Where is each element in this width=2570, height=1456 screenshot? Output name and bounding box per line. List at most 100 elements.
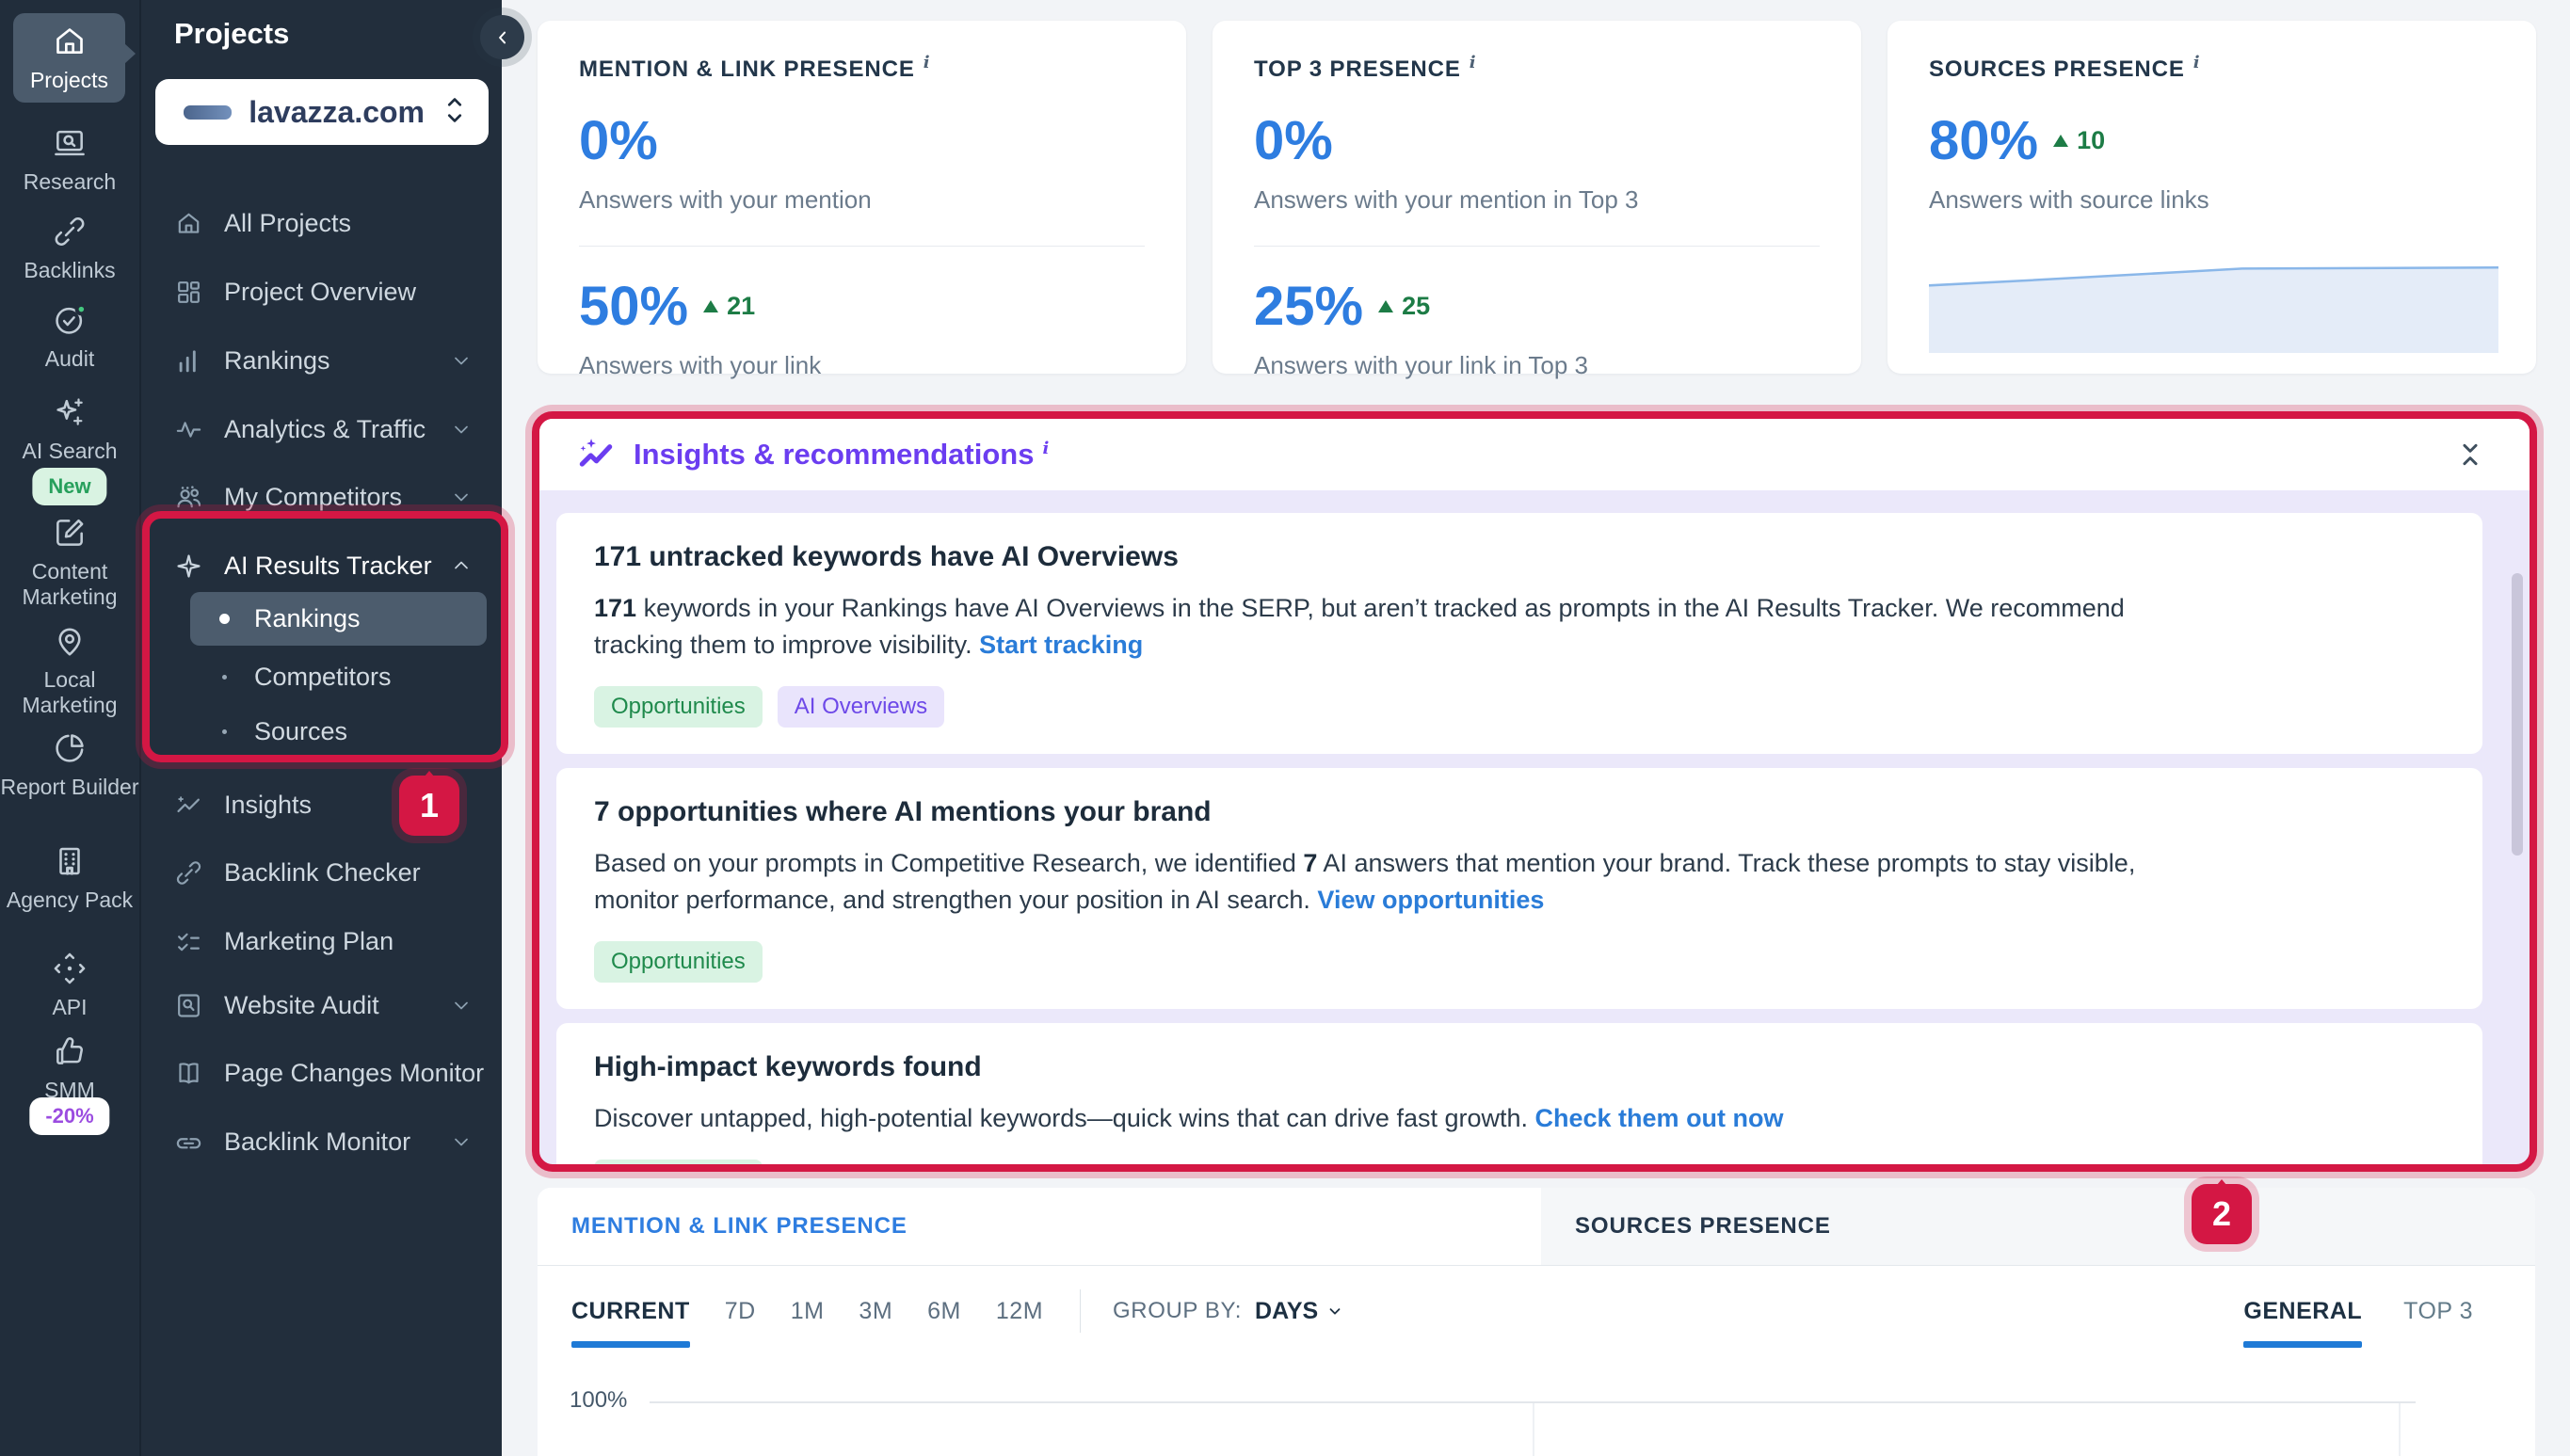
view-top3[interactable]: TOP 3 [2403, 1298, 2473, 1325]
chevron-down-icon [1326, 1303, 1343, 1320]
range-current[interactable]: CURRENT [571, 1298, 690, 1325]
chevron-down-icon [450, 994, 473, 1016]
sidebar-item-label: Page Changes Monitor [224, 1059, 484, 1088]
sidebar-subitem-rankings[interactable]: Rankings [190, 592, 487, 646]
insights-header: Insights & recommendationsi [539, 419, 2530, 490]
map-pin-icon [52, 623, 88, 659]
bullet [222, 675, 227, 680]
range-1m[interactable]: 1M [791, 1298, 825, 1325]
info-icon[interactable]: i [924, 53, 931, 72]
delta-up: 10 [2053, 126, 2105, 155]
insights-collapse-button[interactable] [2456, 439, 2484, 471]
sidebar-item-rankings[interactable]: Rankings [141, 333, 504, 388]
divider [579, 246, 1145, 247]
rail-item-label: Backlinks [24, 258, 115, 283]
annotation-badge-2: 2 [2192, 1184, 2252, 1244]
start-tracking-link[interactable]: Start tracking [979, 631, 1143, 659]
rail-item-agency-pack[interactable]: Agency Pack [0, 843, 139, 913]
rail-item-backlinks[interactable]: Backlinks [0, 214, 139, 283]
rail-item-api[interactable]: API [0, 951, 139, 1020]
range-7d[interactable]: 7D [725, 1298, 756, 1325]
api-icon [52, 951, 88, 986]
sidebar-item-label: Project Overview [224, 278, 416, 307]
rail-item-label: Research [24, 169, 116, 195]
tag-opportunities[interactable]: Opportunities [594, 941, 763, 983]
app-root: Projects Research Backlinks Audit AI Sea… [0, 0, 2570, 1456]
sidebar-item-page-changes-monitor[interactable]: Page Changes Monitor [141, 1046, 504, 1100]
sidebar-item-backlink-monitor[interactable]: Backlink Monitor [141, 1114, 504, 1169]
rail-item-audit[interactable]: Audit [0, 302, 139, 372]
sidebar-collapse-button[interactable] [480, 15, 524, 59]
insight-tags: Opportunities [594, 1160, 2445, 1164]
rail-item-research[interactable]: Research [0, 125, 139, 195]
top3-presence-card: TOP 3 PRESENCEi 0% Answers with your men… [1213, 21, 1861, 374]
metric-label: Answers with your mention [579, 185, 1145, 215]
range-6m[interactable]: 6M [927, 1298, 961, 1325]
tab-sources-presence[interactable]: SOURCES PRESENCE [1541, 1188, 2535, 1265]
discount-badge[interactable]: -20% [29, 1097, 109, 1135]
activity-icon [174, 415, 203, 444]
check-them-out-link[interactable]: Check them out now [1535, 1104, 1784, 1132]
rail-item-local-marketing[interactable]: Local Marketing [0, 623, 139, 718]
rail-item-projects[interactable]: Projects [13, 13, 125, 103]
link-icon [174, 858, 203, 888]
info-icon[interactable]: i [1470, 53, 1477, 72]
range-12m[interactable]: 12M [996, 1298, 1043, 1325]
rail-item-ai-search[interactable]: AI Search [0, 394, 139, 464]
sidebar-item-marketing-plan[interactable]: Marketing Plan [141, 914, 504, 968]
rail-item-label: Projects [30, 68, 108, 93]
building-icon [52, 843, 88, 879]
thumbs-up-icon [52, 1033, 88, 1069]
insight-card-untracked-keywords: 171 untracked keywords have AI Overviews… [556, 513, 2482, 754]
tag-opportunities[interactable]: Opportunities [594, 1160, 763, 1164]
divider [1080, 1289, 1081, 1333]
metric-label: Answers with your link in Top 3 [1254, 351, 1820, 380]
sidebar-item-analytics-traffic[interactable]: Analytics & Traffic [141, 402, 504, 456]
sidebar-item-website-audit[interactable]: Website Audit [141, 978, 504, 1032]
sidebar-subitem-label: Competitors [254, 663, 392, 692]
rail-item-label: Report Builder [0, 775, 138, 800]
sidebar-item-backlink-checker[interactable]: Backlink Checker [141, 845, 504, 900]
rail-item-content-marketing[interactable]: Content Marketing [0, 515, 139, 610]
project-switch-stepper[interactable] [442, 95, 468, 130]
sidebar-item-label: Insights [224, 791, 312, 820]
metric-label: Answers with your mention in Top 3 [1254, 185, 1820, 215]
metric-value: 0% [1254, 109, 1820, 172]
triangle-up-icon [2053, 135, 2068, 147]
sidebar-subitem-competitors[interactable]: Competitors [190, 650, 487, 704]
info-icon[interactable]: i [2193, 53, 2201, 72]
insight-body: 171 keywords in your Rankings have AI Ov… [594, 590, 2157, 664]
home-icon [174, 209, 203, 238]
triangle-up-icon [1378, 300, 1393, 312]
info-icon[interactable]: i [1042, 439, 1049, 458]
sidebar-subitem-sources[interactable]: Sources [190, 705, 487, 759]
rail-item-smm[interactable]: SMM [0, 1033, 139, 1103]
chevron-down-icon [450, 418, 473, 440]
tag-ai-overviews[interactable]: AI Overviews [778, 686, 944, 728]
project-selector[interactable]: lavazza.com [155, 79, 489, 145]
insight-card-brand-mentions: 7 opportunities where AI mentions your b… [556, 768, 2482, 1009]
tag-opportunities[interactable]: Opportunities [594, 686, 763, 728]
content-marketing-icon [52, 515, 88, 551]
rail-item-report-builder[interactable]: Report Builder [0, 730, 139, 800]
group-by-dropdown[interactable]: DAYS [1255, 1298, 1343, 1325]
tab-mention-link-presence[interactable]: MENTION & LINK PRESENCE [538, 1188, 1541, 1265]
sidebar-subitem-label: Sources [254, 717, 347, 746]
sidebar-item-project-overview[interactable]: Project Overview [141, 264, 504, 319]
view-opportunities-link[interactable]: View opportunities [1317, 886, 1544, 914]
range-3m[interactable]: 3M [859, 1298, 892, 1325]
metric-value: 50% 21 [579, 275, 1145, 338]
grid-icon [174, 278, 203, 307]
sparkles-icon [52, 394, 88, 430]
metric-value: 80% 10 [1929, 109, 2495, 172]
marketing-plan-icon [174, 927, 203, 956]
sidebar-item-ai-results-tracker[interactable]: AI Results Tracker [141, 538, 504, 593]
insight-body: Based on your prompts in Competitive Res… [594, 845, 2157, 919]
sidebar-item-my-competitors[interactable]: My Competitors [141, 470, 504, 524]
new-badge[interactable]: New [32, 468, 106, 505]
sidebar-item-label: AI Results Tracker [224, 552, 432, 581]
view-general[interactable]: GENERAL [2243, 1298, 2362, 1325]
insights-scrollbar[interactable] [2512, 573, 2523, 856]
sidebar-item-all-projects[interactable]: All Projects [141, 196, 504, 250]
ai-results-tracker-icon [174, 552, 203, 581]
